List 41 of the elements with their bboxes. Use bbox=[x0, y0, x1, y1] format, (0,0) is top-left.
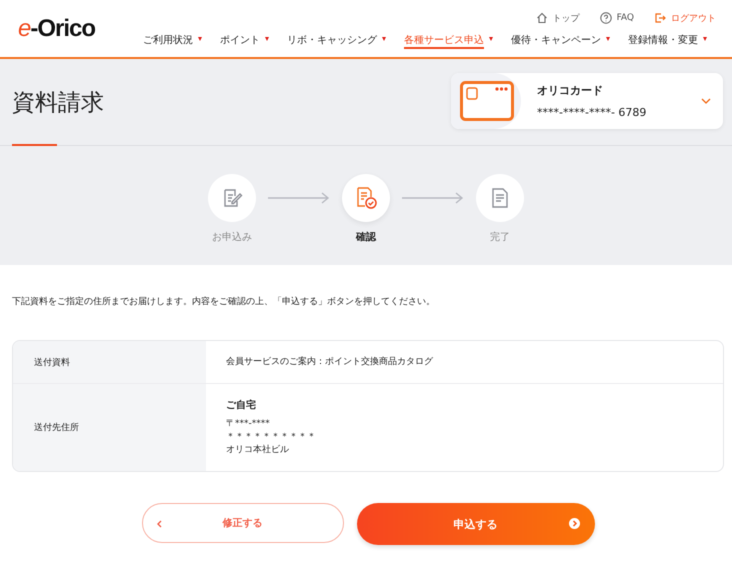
utility-link[interactable]: トップ bbox=[536, 12, 580, 24]
help-icon bbox=[600, 12, 612, 24]
caret-icon bbox=[606, 37, 610, 41]
nav-tab[interactable]: ポイント bbox=[211, 33, 278, 51]
home-icon bbox=[536, 12, 548, 24]
chevron-left-icon bbox=[156, 520, 162, 528]
step-label: 完了 bbox=[490, 230, 510, 244]
arrow-icon bbox=[268, 192, 330, 204]
caret-icon bbox=[382, 37, 386, 41]
cell-text: オリコ本社ビル bbox=[226, 444, 290, 457]
caret-icon bbox=[198, 37, 202, 41]
document-icon bbox=[490, 187, 510, 209]
chevron-right-circle-icon bbox=[568, 518, 580, 529]
caret-icon bbox=[489, 37, 493, 41]
row-label: 送付先住所 bbox=[34, 422, 79, 434]
caret-icon bbox=[703, 37, 707, 41]
instruction-text: 下記資料をご指定の住所までお届けします。内容をご確認の上、「申込する」ボタンを押してください。 bbox=[12, 296, 436, 308]
card-number: ****-****-****- 6789 bbox=[537, 106, 648, 119]
logo[interactable]: e-Orico bbox=[0, 0, 96, 44]
card-name: オリコカード bbox=[537, 83, 604, 98]
step-label: お申込み bbox=[212, 230, 252, 244]
nav-tab[interactable]: 優待・キャンペーン bbox=[502, 33, 619, 51]
card-selector[interactable]: オリコカード ****-****-****- 6789 bbox=[451, 73, 723, 129]
nav-tab[interactable]: 各種サービス申込 bbox=[395, 33, 502, 51]
row-label: 送付資料 bbox=[34, 356, 70, 368]
nav-tab[interactable]: リボ・キャッシング bbox=[278, 33, 395, 51]
address-heading: ご自宅 bbox=[226, 398, 257, 412]
chevron-down-icon bbox=[701, 98, 711, 104]
page-title: 資料請求 bbox=[11, 89, 104, 118]
utility-link[interactable]: ログアウト bbox=[654, 12, 716, 24]
card-icon bbox=[460, 81, 514, 121]
logout-icon bbox=[654, 12, 666, 24]
cell-text: 〒***-**** bbox=[226, 418, 271, 431]
caret-icon bbox=[265, 37, 269, 41]
cell-text: ＊＊＊＊＊＊＊＊＊＊ bbox=[226, 431, 317, 444]
arrow-icon bbox=[402, 192, 464, 204]
nav-tab[interactable]: ご利用状況 bbox=[134, 33, 211, 51]
cell-text: 会員サービスのご案内：ポイント交換商品カタログ bbox=[226, 356, 434, 368]
step-label: 確認 bbox=[356, 230, 376, 244]
nav-tab[interactable]: 登録情報・変更 bbox=[619, 33, 716, 51]
utility-link[interactable]: FAQ bbox=[600, 12, 634, 24]
